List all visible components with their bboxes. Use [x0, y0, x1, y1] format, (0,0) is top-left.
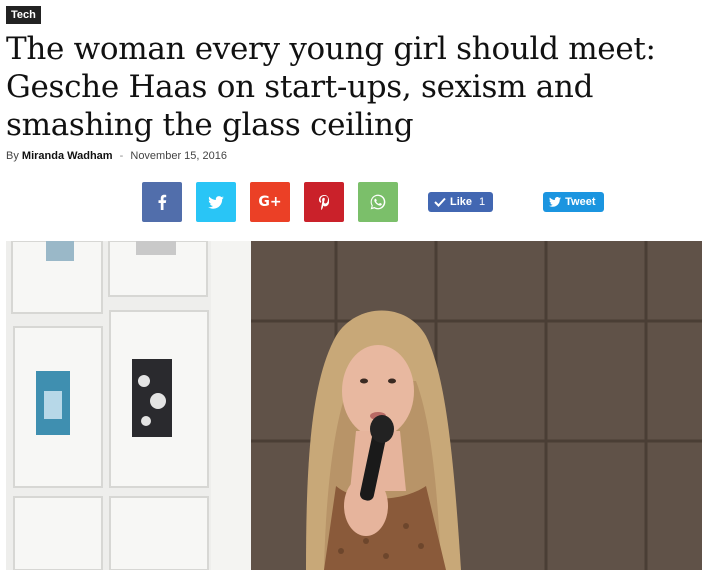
photo-of-speaker-with-microphone [6, 241, 702, 570]
hero-image [6, 241, 702, 570]
author-link[interactable]: Miranda Wadham [22, 150, 113, 162]
facebook-share-button[interactable] [142, 182, 182, 222]
byline: By Miranda Wadham - November 15, 2016 [6, 150, 227, 162]
pinterest-share-button[interactable] [304, 182, 344, 222]
publish-date: November 15, 2016 [130, 150, 227, 162]
twitter-icon [208, 195, 224, 209]
whatsapp-share-button[interactable] [358, 182, 398, 222]
tweet-label: Tweet [565, 196, 596, 208]
byline-prefix: By [6, 150, 19, 162]
tweet-button[interactable]: Tweet [543, 192, 604, 212]
like-label: Like [450, 196, 473, 208]
whatsapp-icon [370, 194, 386, 210]
category-tag[interactable]: Tech [6, 6, 41, 24]
share-bar: G+ Like 1 Tweet [142, 182, 604, 222]
like-count: 1 [479, 196, 486, 208]
checkmark-icon [434, 197, 446, 207]
twitter-share-button[interactable] [196, 182, 236, 222]
google-plus-share-button[interactable]: G+ [250, 182, 290, 222]
twitter-bird-icon [549, 197, 562, 207]
facebook-icon [158, 194, 167, 210]
article-title: The woman every young girl should meet: … [6, 31, 656, 143]
facebook-like-button[interactable]: Like 1 [428, 192, 494, 212]
pinterest-icon [319, 194, 329, 210]
byline-separator: - [119, 150, 124, 162]
google-plus-icon: G+ [258, 194, 282, 210]
